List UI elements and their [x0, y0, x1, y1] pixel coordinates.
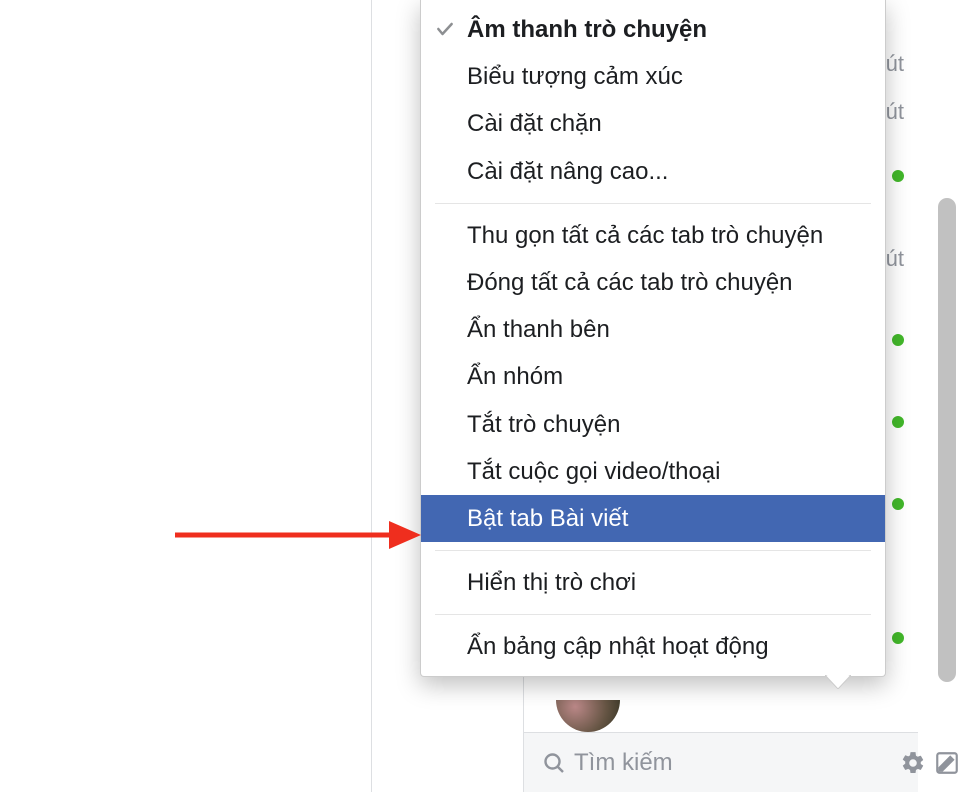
chat-search-bar — [524, 732, 918, 792]
window-scrollbar[interactable] — [938, 0, 956, 792]
menu-item-turn-off-calls[interactable]: Tắt cuộc gọi video/thoại — [421, 448, 885, 495]
menu-item-label: Ẩn bảng cập nhật hoạt động — [467, 633, 769, 660]
menu-item-enable-posts-tab[interactable]: Bật tab Bài viết — [421, 495, 885, 542]
presence-indicator — [892, 416, 904, 428]
menu-item-label: Cài đặt chặn — [467, 110, 602, 137]
presence-indicator — [892, 334, 904, 346]
menu-item-label: Bật tab Bài viết — [467, 505, 628, 532]
scrollbar-thumb[interactable] — [938, 198, 956, 682]
menu-item-label: Hiển thị trò chơi — [467, 569, 636, 596]
menu-item-turn-off-chat[interactable]: Tắt trò chuyện — [421, 401, 885, 448]
menu-item-emoji[interactable]: Biểu tượng cảm xúc — [421, 53, 885, 100]
menu-divider — [435, 550, 871, 551]
menu-item-label: Tắt trò chuyện — [467, 411, 620, 438]
menu-item-show-games[interactable]: Hiển thị trò chơi — [421, 559, 885, 606]
check-icon — [435, 16, 457, 38]
presence-indicator — [892, 170, 904, 182]
presence-indicator — [892, 498, 904, 510]
menu-item-label: Đóng tất cả các tab trò chuyện — [467, 269, 793, 296]
search-icon[interactable] — [542, 748, 566, 778]
menu-item-hide-groups[interactable]: Ẩn nhóm — [421, 353, 885, 400]
contact-status-suffix: út — [886, 51, 904, 77]
menu-item-collapse-tabs[interactable]: Thu gọn tất cả các tab trò chuyện — [421, 212, 885, 259]
menu-item-close-tabs[interactable]: Đóng tất cả các tab trò chuyện — [421, 259, 885, 306]
menu-divider — [435, 203, 871, 204]
content-divider — [371, 0, 372, 792]
contact-status-suffix: út — [886, 99, 904, 125]
avatar — [556, 700, 620, 732]
menu-item-label: Ẩn nhóm — [467, 363, 563, 390]
menu-item-label: Ẩn thanh bên — [467, 316, 610, 343]
search-input[interactable] — [566, 745, 892, 781]
menu-item-chat-sounds[interactable]: Âm thanh trò chuyện — [421, 6, 885, 53]
contact-status-suffix: út — [886, 246, 904, 272]
chat-settings-menu: Âm thanh trò chuyện Biểu tượng cảm xúc C… — [420, 0, 886, 677]
menu-item-label: Cài đặt nâng cao... — [467, 158, 668, 185]
annotation-arrow — [175, 518, 421, 552]
gear-icon[interactable] — [900, 748, 926, 778]
menu-item-label: Biểu tượng cảm xúc — [467, 63, 683, 90]
presence-indicator — [892, 632, 904, 644]
menu-divider — [435, 614, 871, 615]
menu-item-advanced-settings[interactable]: Cài đặt nâng cao... — [421, 148, 885, 195]
menu-item-label: Tắt cuộc gọi video/thoại — [467, 458, 721, 485]
menu-item-block-settings[interactable]: Cài đặt chặn — [421, 100, 885, 147]
menu-item-hide-sidebar[interactable]: Ẩn thanh bên — [421, 306, 885, 353]
menu-item-hide-activity-updates[interactable]: Ẩn bảng cập nhật hoạt động — [421, 623, 885, 670]
popover-arrow — [825, 675, 851, 689]
menu-item-label: Âm thanh trò chuyện — [467, 16, 707, 43]
menu-item-label: Thu gọn tất cả các tab trò chuyện — [467, 222, 823, 249]
